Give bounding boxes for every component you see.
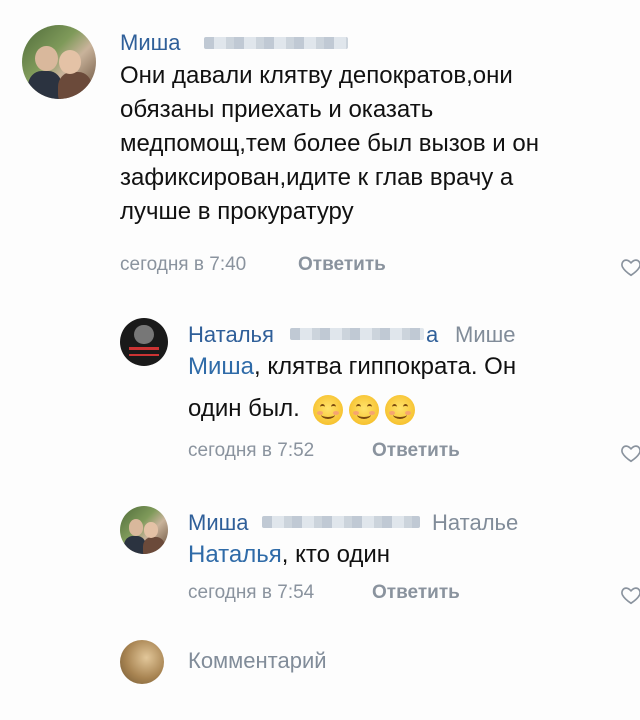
reply-button[interactable]: Ответить (298, 254, 386, 276)
comment-1: Миша Они давали клятву депократов,они об… (0, 0, 640, 290)
author-name-suffix: а (426, 322, 439, 347)
comment-text: Они давали клятву депократов,они обязаны… (120, 62, 539, 225)
author-surname-blurred (204, 37, 348, 49)
heart-outline-icon[interactable] (620, 584, 640, 606)
comment-time: сегодня в 7:52 (188, 440, 315, 461)
comment-input[interactable] (188, 648, 588, 674)
reply-to-label: Наталье (432, 510, 519, 535)
author-name[interactable]: Наталья (188, 322, 274, 348)
smiling-face-emoji (384, 394, 415, 425)
avatar[interactable] (120, 318, 168, 366)
author-name[interactable]: Миша (120, 30, 181, 56)
avatar (120, 640, 164, 684)
mention-link[interactable]: Наталья (188, 541, 282, 568)
heart-outline-icon[interactable] (620, 442, 640, 464)
smiling-face-emoji (312, 394, 343, 425)
comment-time: сегодня в 7:54 (188, 582, 315, 603)
comment-3: Миша Наталье Наталья, кто один сегодня в… (0, 480, 640, 620)
reply-button[interactable]: Ответить (372, 582, 460, 604)
smiling-face-emoji (348, 394, 379, 425)
reply-button[interactable]: Ответить (372, 440, 460, 462)
comment-time: сегодня в 7:40 (120, 254, 247, 275)
author-name[interactable]: Миша (188, 510, 249, 536)
comment-text: Миша, клятва гиппократа. Он один был. (188, 350, 628, 426)
comment-text: Наталья, кто один (188, 541, 391, 568)
avatar[interactable] (120, 506, 168, 554)
avatar[interactable] (22, 25, 96, 99)
author-surname-blurred (290, 328, 424, 340)
mention-link[interactable]: Миша (188, 353, 254, 380)
comment-2: Наталья а Мише Миша, клятва гиппократа. … (0, 290, 640, 480)
author-surname-blurred (262, 516, 420, 528)
heart-outline-icon[interactable] (620, 256, 640, 278)
reply-to-label: Мише (455, 322, 516, 347)
